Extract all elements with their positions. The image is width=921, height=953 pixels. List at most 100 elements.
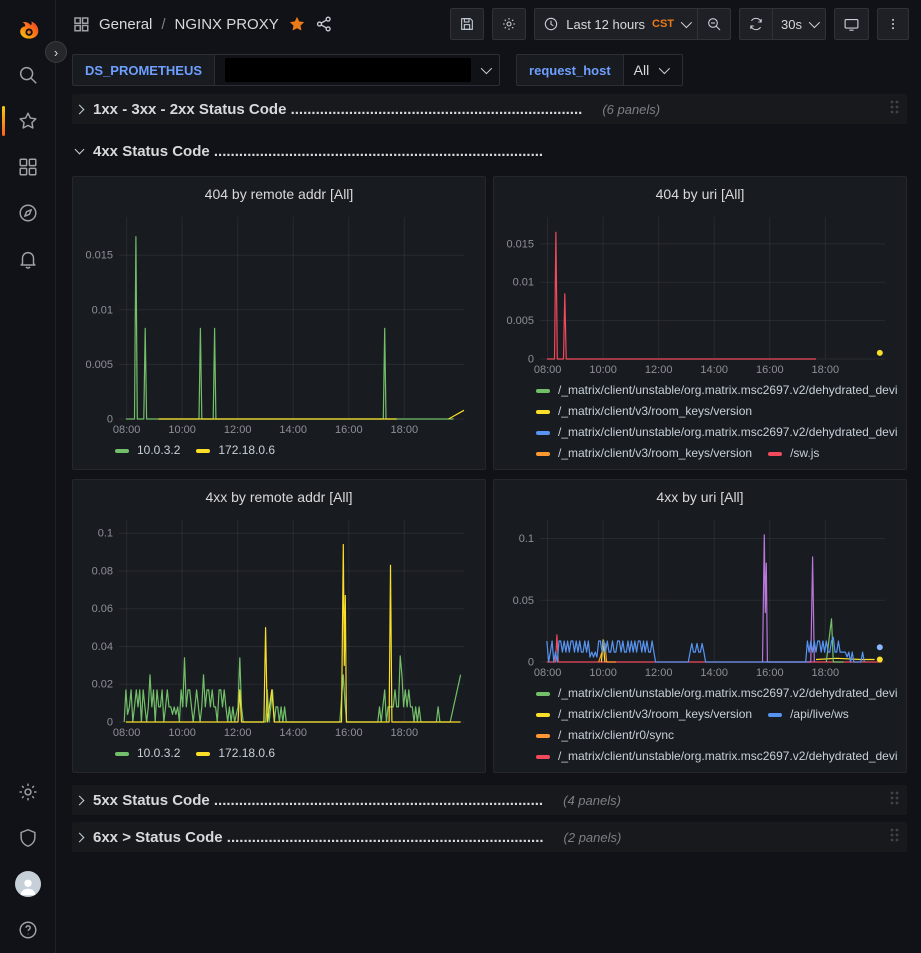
legend-item[interactable]: /api/live/ws bbox=[768, 705, 849, 724]
legend-label: /_matrix/client/v3/room_keys/version bbox=[558, 444, 752, 461]
svg-text:18:00: 18:00 bbox=[391, 424, 419, 436]
variable-request-host-select[interactable]: All bbox=[623, 54, 683, 86]
svg-text:12:00: 12:00 bbox=[645, 667, 673, 679]
row-5xx[interactable]: 5xx Status Code ........................… bbox=[72, 785, 907, 815]
breadcrumb-page-title[interactable]: NGINX PROXY bbox=[175, 16, 279, 33]
legend-item[interactable]: /_matrix/client/r0/sync bbox=[536, 726, 674, 745]
variable-datasource-select[interactable] bbox=[214, 54, 500, 86]
refresh-button[interactable] bbox=[739, 8, 772, 40]
refresh-interval-picker[interactable]: 30s bbox=[772, 8, 826, 40]
person-icon bbox=[17, 875, 39, 897]
legend-item[interactable]: 172.18.0.6 bbox=[196, 441, 275, 460]
legend-item[interactable]: /_matrix/client/v3/room_keys/version bbox=[536, 705, 752, 724]
avatar bbox=[15, 871, 41, 897]
apps-grid-icon[interactable] bbox=[72, 15, 90, 33]
svg-text:0.02: 0.02 bbox=[92, 679, 113, 691]
search-icon bbox=[17, 64, 39, 86]
variable-datasource: DS_PROMETHEUS bbox=[72, 54, 500, 86]
dashboard-settings-button[interactable] bbox=[492, 8, 526, 40]
grafana-logo-icon bbox=[15, 17, 41, 43]
redacted-value bbox=[225, 58, 471, 82]
timeseries-chart: 00.0050.010.01508:0010:0012:0014:0016:00… bbox=[502, 207, 897, 377]
variables-row: DS_PROMETHEUS request_host All bbox=[56, 48, 921, 92]
panel-title[interactable]: 404 by remote addr [All] bbox=[81, 181, 477, 207]
shield-icon bbox=[17, 827, 39, 849]
legend-swatch bbox=[536, 410, 550, 414]
sidebar-item-alerting[interactable] bbox=[0, 236, 56, 282]
legend-item[interactable]: /_matrix/client/unstable/org.matrix.msc2… bbox=[536, 747, 898, 764]
legend-swatch bbox=[196, 752, 210, 756]
drag-handle-icon[interactable] bbox=[889, 790, 899, 810]
svg-text:14:00: 14:00 bbox=[279, 424, 307, 436]
panel-404-by-uri: 404 by uri [All] 00.0050.010.01508:0010:… bbox=[493, 176, 907, 470]
dashboards-icon bbox=[17, 156, 39, 178]
variable-datasource-label: DS_PROMETHEUS bbox=[72, 54, 214, 86]
row-1xx-3xx-2xx[interactable]: 1xx - 3xx - 2xx Status Code ............… bbox=[72, 94, 907, 124]
variable-request-host: request_host All bbox=[516, 54, 683, 86]
share-icon[interactable] bbox=[315, 15, 333, 33]
timeseries-chart: 00.020.040.060.080.108:0010:0012:0014:00… bbox=[81, 510, 476, 740]
sidebar-item-dashboards[interactable] bbox=[0, 144, 56, 190]
legend-item[interactable]: /_matrix/client/unstable/org.matrix.msc2… bbox=[536, 381, 898, 400]
svg-text:18:00: 18:00 bbox=[812, 667, 840, 679]
legend-item[interactable]: /sw.js bbox=[768, 444, 819, 461]
legend-item[interactable]: /_matrix/client/unstable/org.matrix.msc2… bbox=[536, 423, 898, 442]
legend-item[interactable]: 172.18.0.6 bbox=[196, 744, 275, 763]
legend-label: /_matrix/client/unstable/org.matrix.msc2… bbox=[558, 381, 898, 400]
legend-swatch bbox=[115, 752, 129, 756]
sidebar-expand-button[interactable]: › bbox=[45, 41, 67, 63]
top-nav: General / NGINX PROXY bbox=[56, 0, 921, 48]
time-range-picker[interactable]: Last 12 hours CST bbox=[534, 8, 697, 40]
row-panel-count: (2 panels) bbox=[564, 830, 622, 845]
legend-swatch bbox=[536, 713, 550, 717]
svg-text:16:00: 16:00 bbox=[756, 364, 784, 376]
timeseries-chart: 00.0050.010.01508:0010:0012:0014:0016:00… bbox=[81, 207, 476, 437]
row-6xx[interactable]: 6xx > Status Code ......................… bbox=[72, 822, 907, 852]
sidebar-item-explore[interactable] bbox=[0, 190, 56, 236]
save-dashboard-button[interactable] bbox=[450, 8, 484, 40]
drag-handle-icon[interactable] bbox=[889, 99, 899, 119]
legend-label: /_matrix/client/unstable/org.matrix.msc2… bbox=[558, 684, 898, 703]
legend-label: /_matrix/client/v3/room_keys/version bbox=[558, 705, 752, 724]
sidebar-item-configuration[interactable] bbox=[0, 769, 56, 815]
row-panel-count: (4 panels) bbox=[563, 793, 621, 808]
chevron-right-icon bbox=[75, 795, 85, 805]
chevron-right-icon bbox=[75, 832, 85, 842]
legend-item[interactable]: 10.0.3.2 bbox=[115, 744, 180, 763]
svg-text:0.05: 0.05 bbox=[513, 595, 534, 607]
tv-mode-button[interactable] bbox=[834, 8, 869, 40]
panel-4xx-by-remote-addr: 4xx by remote addr [All] 00.020.040.060.… bbox=[72, 479, 486, 773]
chart-legend: /_matrix/client/unstable/org.matrix.msc2… bbox=[502, 680, 898, 764]
variable-request-host-label: request_host bbox=[516, 54, 623, 86]
legend-label: /api/live/ws bbox=[790, 705, 849, 724]
legend-item[interactable]: 10.0.3.2 bbox=[115, 441, 180, 460]
panel-404-by-remote-addr: 404 by remote addr [All] 00.0050.010.015… bbox=[72, 176, 486, 470]
more-options-button[interactable] bbox=[877, 8, 909, 40]
sidebar-item-starred[interactable] bbox=[0, 98, 56, 144]
breadcrumb-section[interactable]: General bbox=[99, 16, 152, 33]
panel-title[interactable]: 404 by uri [All] bbox=[502, 181, 898, 207]
panel-title[interactable]: 4xx by uri [All] bbox=[502, 484, 898, 510]
svg-text:14:00: 14:00 bbox=[700, 667, 728, 679]
chevron-down-icon bbox=[659, 63, 670, 74]
row-panel-count: (6 panels) bbox=[602, 102, 660, 117]
legend-item[interactable]: /_matrix/client/unstable/org.matrix.msc2… bbox=[536, 684, 898, 703]
svg-text:0.005: 0.005 bbox=[85, 359, 113, 371]
refresh-icon bbox=[748, 16, 764, 32]
chevron-right-icon bbox=[75, 104, 85, 114]
star-icon bbox=[17, 110, 39, 132]
legend-item[interactable]: /_matrix/client/v3/room_keys/version bbox=[536, 444, 752, 461]
legend-swatch bbox=[536, 389, 550, 393]
zoom-out-time-button[interactable] bbox=[697, 8, 731, 40]
row-4xx[interactable]: 4xx Status Code ........................… bbox=[72, 136, 907, 166]
svg-text:12:00: 12:00 bbox=[645, 364, 673, 376]
legend-item[interactable]: /_matrix/client/v3/room_keys/version bbox=[536, 402, 752, 421]
sidebar-item-server-admin[interactable] bbox=[0, 815, 56, 861]
gear-icon bbox=[17, 781, 39, 803]
sidebar-item-help[interactable] bbox=[0, 907, 56, 953]
panel-title[interactable]: 4xx by remote addr [All] bbox=[81, 484, 477, 510]
drag-handle-icon[interactable] bbox=[889, 827, 899, 847]
sidebar-item-profile[interactable] bbox=[0, 861, 56, 907]
svg-text:08:00: 08:00 bbox=[113, 424, 141, 436]
favorite-star-icon[interactable] bbox=[288, 15, 306, 33]
